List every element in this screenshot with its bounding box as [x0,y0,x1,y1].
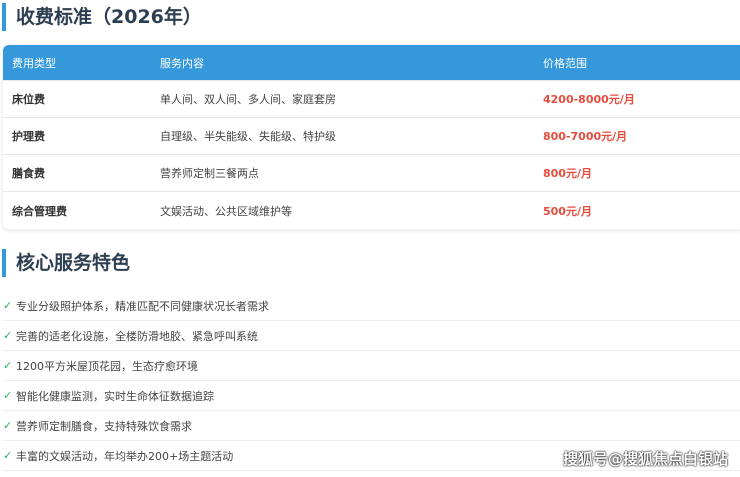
list-item: ✓ 完善的适老化设施，全楼防滑地胶、紧急呼叫系统 [3,321,740,351]
table-row: 床位费 单人间、双人间、多人间、家庭套房 4200-8000元/月 [3,81,740,118]
check-icon: ✓ [3,419,13,432]
check-icon: ✓ [3,449,13,462]
header-price: 价格范围 [543,56,587,70]
fee-type: 综合管理费 [12,204,67,218]
feature-text: 营养师定制膳食，支持特殊饮食需求 [16,419,192,433]
feature-list: ✓ 专业分级照护体系，精准匹配不同健康状况长者需求 ✓ 完善的适老化设施，全楼防滑地… [3,291,740,471]
fee-price: 4200-8000元/月 [543,93,635,106]
fee-content: 单人间、双人间、多人间、家庭套房 [160,93,336,106]
feature-text: 1200平方米屋顶花园，生态疗愈环境 [16,359,198,373]
fee-section-title: 收费标准（2026年） [2,3,202,31]
fee-price: 500元/月 [543,204,592,218]
feature-text: 完善的适老化设施，全楼防滑地胶、紧急呼叫系统 [16,329,258,343]
table-header: 费用类型 服务内容 价格范围 [3,45,740,81]
fee-type: 膳食费 [12,167,45,180]
list-item: ✓ 营养师定制膳食，支持特殊饮食需求 [3,411,740,441]
check-icon: ✓ [3,389,13,402]
fee-content: 自理级、半失能级、失能级、特护级 [160,130,336,143]
list-item: ✓ 1200平方米屋顶花园，生态疗愈环境 [3,351,740,381]
feature-text: 丰富的文娱活动，年均举办200+场主题活动 [16,449,234,463]
fee-type: 护理费 [12,130,45,143]
check-icon: ✓ [3,359,13,372]
watermark: 搜狐号@搜狐焦点白银站 [562,450,728,468]
table-row: 综合管理费 文娱活动、公共区域维护等 500元/月 [3,192,740,229]
fee-type: 床位费 [12,93,45,106]
fee-content: 文娱活动、公共区域维护等 [160,204,292,218]
header-content: 服务内容 [160,56,204,70]
table-row: 膳食费 营养师定制三餐两点 800元/月 [3,155,740,192]
list-item: ✓ 智能化健康监测，实时生命体征数据追踪 [3,381,740,411]
fee-price: 800元/月 [543,167,592,180]
fee-content: 营养师定制三餐两点 [160,167,259,180]
fee-price: 800-7000元/月 [543,130,628,143]
check-icon: ✓ [3,299,13,312]
table-row: 护理费 自理级、半失能级、失能级、特护级 800-7000元/月 [3,118,740,155]
feature-section-title: 核心服务特色 [2,249,130,277]
list-item: ✓ 专业分级照护体系，精准匹配不同健康状况长者需求 [3,291,740,321]
fee-table: 费用类型 服务内容 价格范围 床位费 单人间、双人间、多人间、家庭套房 4200… [3,45,740,229]
check-icon: ✓ [3,329,13,342]
feature-text: 智能化健康监测，实时生命体征数据追踪 [16,389,214,403]
feature-text: 专业分级照护体系，精准匹配不同健康状况长者需求 [16,299,269,313]
header-type: 费用类型 [12,56,56,70]
